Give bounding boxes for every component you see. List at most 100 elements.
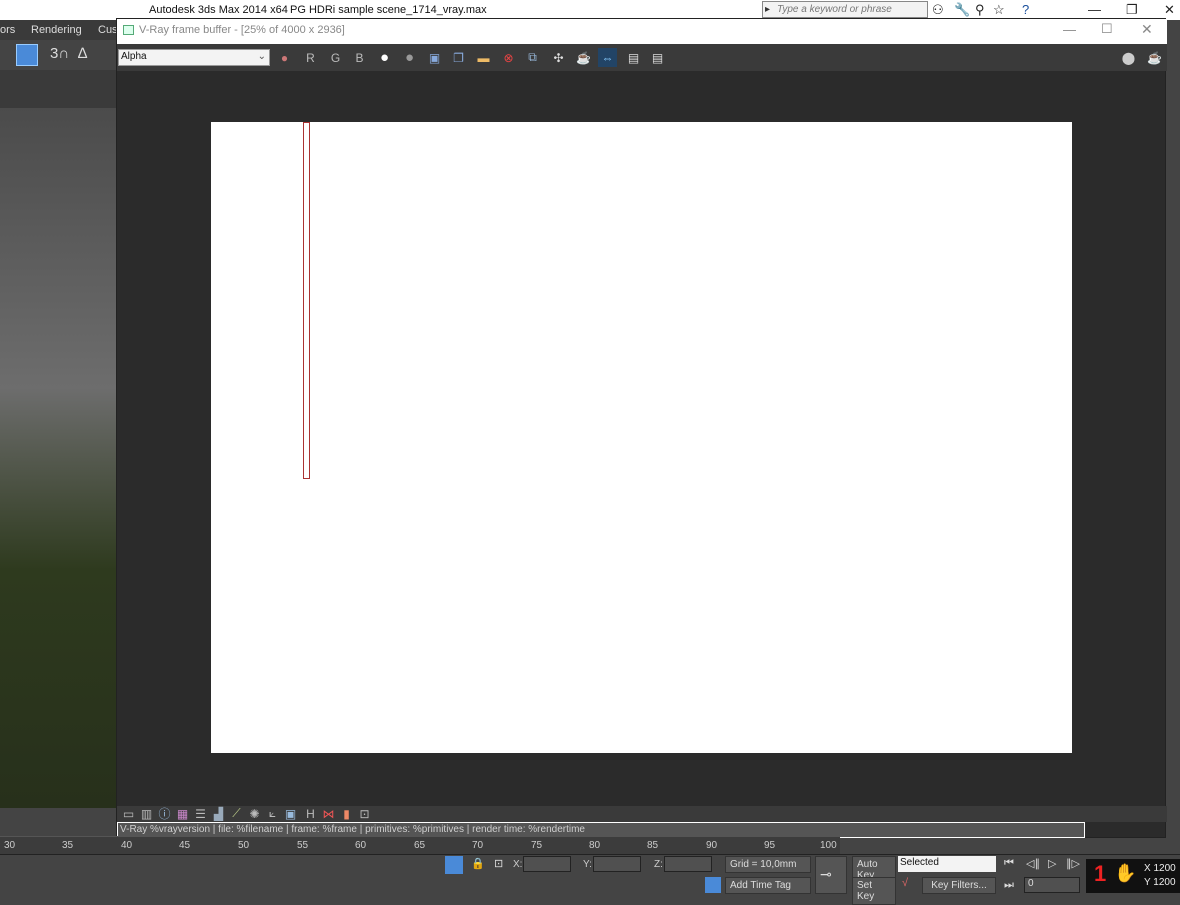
menu-rendering[interactable]: Rendering (31, 24, 82, 36)
absolute-mode-icon[interactable]: ⊡ (494, 857, 503, 870)
set-key-icon[interactable]: ⊸ (815, 856, 847, 894)
exposure-icon[interactable]: ✺ (245, 804, 264, 823)
green-channel-button[interactable]: G (326, 48, 345, 67)
ocio-icon[interactable]: ▮ (337, 804, 356, 823)
render-teapot-icon[interactable]: ☕ (574, 48, 593, 67)
compare-icon[interactable]: ⇔ (598, 48, 617, 67)
red-channel-button[interactable]: R (301, 48, 320, 67)
close-button[interactable]: ✕ (1164, 2, 1175, 18)
current-frame-input[interactable]: 0 (1024, 877, 1080, 893)
blue-channel-button[interactable]: B (350, 48, 369, 67)
help-icon[interactable]: ? (1022, 2, 1029, 17)
next-frame-icon[interactable]: ∥▷ (1066, 857, 1080, 870)
y-input[interactable] (593, 856, 641, 872)
x-label: X: (513, 859, 523, 870)
stop-icon[interactable]: ⬤ (1119, 48, 1138, 67)
time-tag-icon[interactable] (705, 877, 721, 893)
coord-y: Y 1200 (1144, 877, 1176, 888)
set-key-button[interactable]: Set Key (852, 877, 896, 905)
grid-size: Grid = 10,0mm (725, 856, 811, 873)
tick-label: 100 (820, 840, 837, 851)
track-mouse-icon[interactable]: ✣ (549, 48, 568, 67)
alpha-channel-button[interactable]: ● (375, 48, 394, 67)
render-image[interactable] (211, 122, 1072, 753)
tick-label: 60 (355, 840, 367, 851)
tick-label: 35 (62, 840, 74, 851)
history-icon[interactable]: ▥ (137, 804, 156, 823)
save-icon[interactable]: ▣ (425, 48, 444, 67)
curve-icon[interactable]: ⟋ (227, 804, 246, 823)
vfb-toolbar: Alpha ⌄ ● R G B ● ● ▣ ❐ ▬ ⊗ ⧉ ✣ ☕ ⇔ ▤ ▤ ⬤… (117, 44, 1167, 71)
color-channels-icon[interactable]: ● (275, 48, 294, 67)
vfb-close-button[interactable]: ✕ (1141, 21, 1153, 38)
tick-label: 75 (531, 840, 543, 851)
timeline-ruler[interactable]: 30 35 40 45 50 55 60 65 70 75 80 85 90 9… (0, 836, 840, 854)
z-input[interactable] (664, 856, 712, 872)
save-all-icon[interactable]: ❐ (449, 48, 468, 67)
vfb-minimize-button[interactable]: — (1063, 22, 1076, 37)
hand-icon: ✋ (1114, 863, 1137, 883)
tick-label: 90 (706, 840, 718, 851)
key-filters-button[interactable]: Key Filters... (922, 877, 996, 894)
select-icon[interactable] (16, 44, 38, 66)
lock-icon[interactable]: 🔒 (471, 857, 485, 870)
histogram-icon[interactable]: ▟ (209, 804, 228, 823)
ab-b-icon[interactable]: ▤ (648, 48, 667, 67)
menu-item[interactable]: ors (0, 24, 15, 36)
status-panel: 🔒 ⊡ X: Y: Z: Grid = 10,0mm Add Time Tag … (0, 854, 1180, 905)
previous-frame-icon[interactable]: ◁∥ (1026, 857, 1040, 870)
render-icon[interactable]: ☕ (1145, 48, 1164, 67)
stereo-icon[interactable]: ⋈ (319, 804, 338, 823)
key-mode-select[interactable]: Selected (898, 856, 996, 872)
restore-button[interactable]: ❐ (1126, 2, 1138, 18)
tick-label: 30 (4, 840, 16, 851)
pixel-info-icon[interactable]: ▦ (173, 804, 192, 823)
star-icon[interactable]: ☆ (993, 2, 1005, 18)
ab-a-icon[interactable]: ▤ (624, 48, 643, 67)
duplicate-icon[interactable]: ⧉ (523, 48, 542, 67)
search-input[interactable]: Type a keyword or phrase (762, 1, 928, 18)
isolate-icon[interactable] (445, 856, 463, 874)
lut-icon[interactable]: ▣ (281, 804, 300, 823)
binoculars-icon[interactable]: ⚇ (932, 2, 944, 18)
h-icon[interactable]: H (301, 804, 320, 823)
tick-label: 80 (589, 840, 601, 851)
minimize-button[interactable]: — (1088, 2, 1101, 17)
curve-editor-icon[interactable]: √ (902, 877, 908, 889)
key-mode-toggle-icon[interactable]: ⏭ (1004, 879, 1014, 892)
tick-label: 50 (238, 840, 250, 851)
number-one-icon: 1 (1094, 861, 1107, 886)
channel-select[interactable]: Alpha ⌄ (118, 49, 270, 66)
app-title: Autodesk 3ds Max 2014 x64 (149, 4, 288, 16)
tick-label: 40 (121, 840, 133, 851)
go-to-start-icon[interactable]: ⏮ (1004, 857, 1014, 870)
angle-snap-icon[interactable]: ∆ (78, 45, 87, 62)
file-title: PG HDRi sample scene_1714_vray.max (290, 4, 487, 16)
play-icon[interactable]: ▷ (1048, 857, 1056, 870)
tick-label: 85 (647, 840, 659, 851)
clear-icon[interactable]: ⊗ (499, 48, 518, 67)
viewport[interactable] (0, 108, 116, 808)
levels-icon[interactable]: ☰ (191, 804, 210, 823)
tick-label: 70 (472, 840, 484, 851)
snap-icon[interactable]: 3∩ (50, 45, 69, 62)
mono-button[interactable]: ● (400, 48, 419, 67)
viewport-header (0, 70, 120, 108)
menu-customize[interactable]: Cus (98, 24, 118, 36)
vfb-bottom-toolbar: ▭ ▥ ⓘ ▦ ☰ ▟ ⟋ ✺ ⟀ ▣ H ⋈ ▮ ⊡ (117, 806, 1167, 822)
y-label: Y: (583, 859, 592, 870)
open-folder-icon[interactable]: ▬ (474, 48, 493, 67)
srgb-icon[interactable]: ⟀ (263, 804, 282, 823)
overlay-badge: 1 ✋ X 1200 Y 1200 (1086, 859, 1180, 893)
vfb-window-icon (123, 25, 134, 35)
satellite-icon[interactable]: ⚲ (975, 2, 985, 18)
key-icon[interactable]: 🔧 (954, 2, 970, 18)
color-corrections-icon[interactable]: ▭ (119, 804, 138, 823)
vfb-maximize-button[interactable]: ☐ (1101, 21, 1113, 37)
info-icon[interactable]: ⓘ (155, 804, 174, 823)
x-input[interactable] (523, 856, 571, 872)
vfb-title-bar: V-Ray frame buffer - [25% of 4000 x 2936… (117, 19, 1167, 44)
stamp-icon[interactable]: ⊡ (355, 804, 374, 823)
render-bucket (303, 122, 310, 479)
add-time-tag-button[interactable]: Add Time Tag (725, 877, 811, 894)
